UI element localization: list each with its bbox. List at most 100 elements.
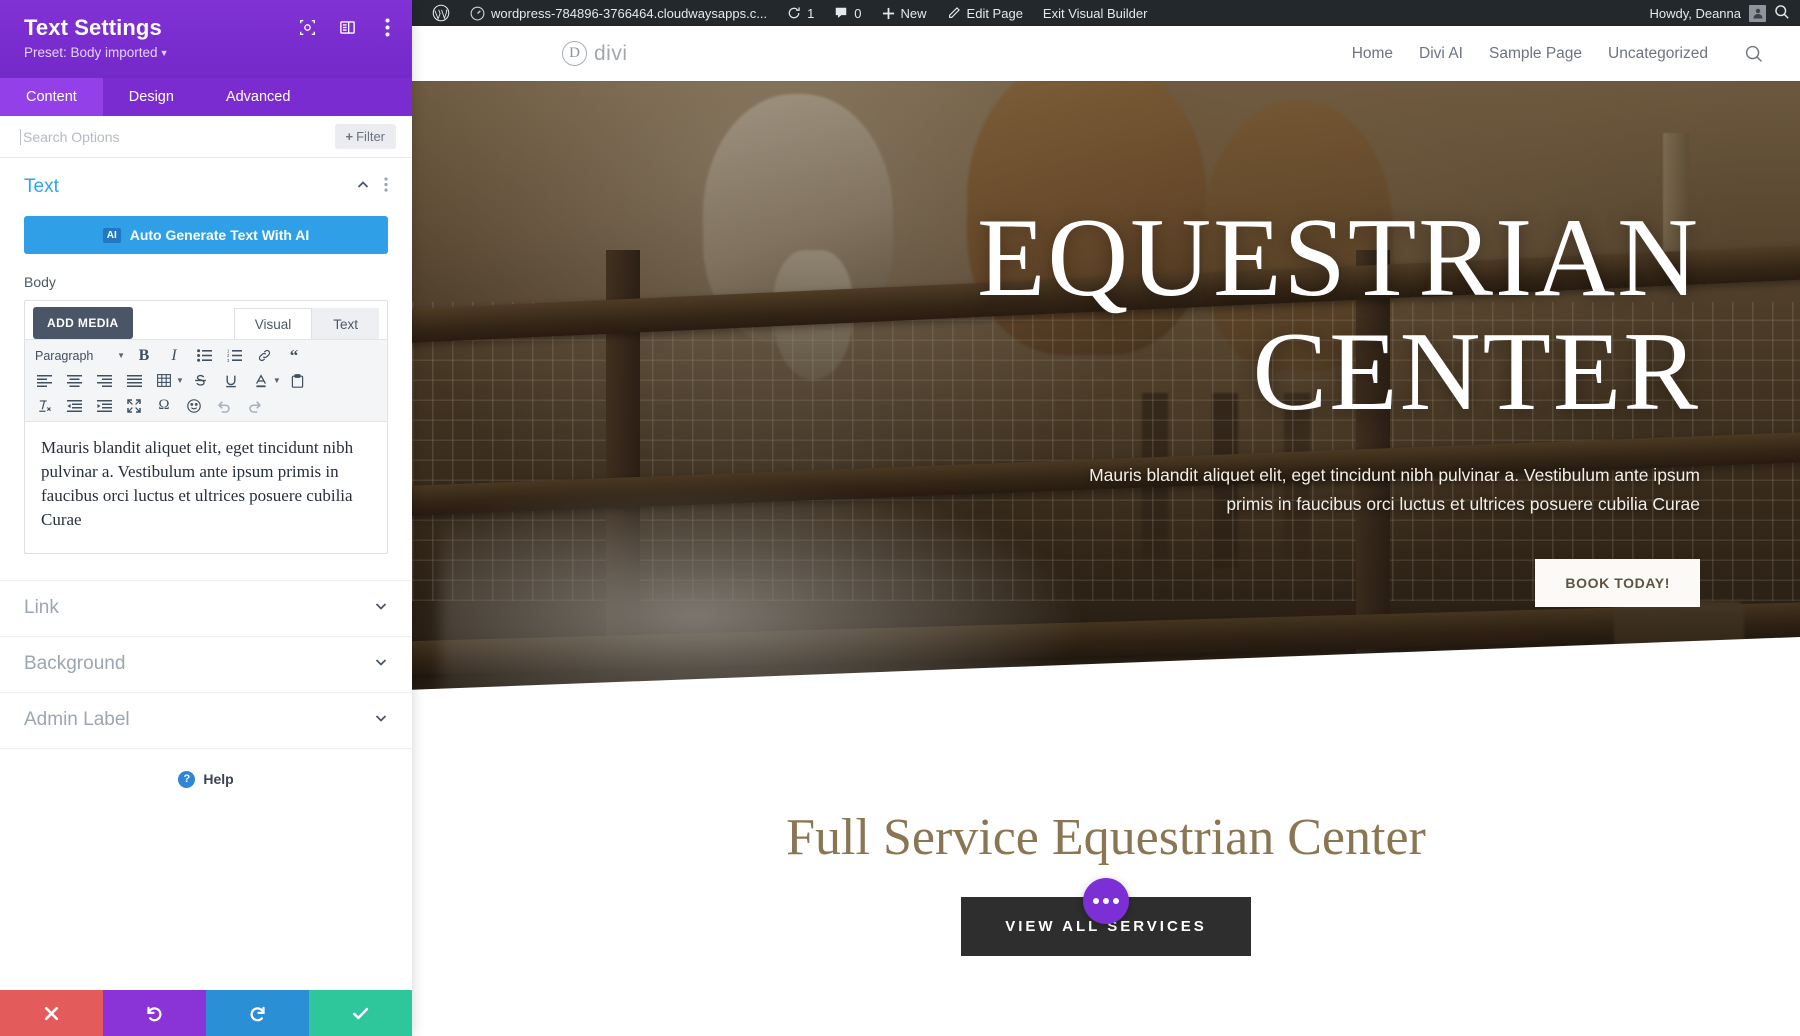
- tab-visual[interactable]: Visual: [233, 308, 313, 339]
- outdent-icon[interactable]: [59, 393, 89, 418]
- editor-toolbar: Paragraph ▼ B I 123 “ ▼ ▼ Ω: [25, 339, 387, 422]
- align-center-icon[interactable]: [59, 368, 89, 393]
- section-text-title: Text: [24, 176, 59, 197]
- paragraph-format-select[interactable]: Paragraph ▼: [29, 345, 129, 366]
- section-link[interactable]: Link: [0, 579, 412, 636]
- site-logo[interactable]: D divi: [562, 41, 628, 66]
- clear-formatting-icon[interactable]: [29, 393, 59, 418]
- page-settings-fab[interactable]: [1083, 878, 1129, 924]
- blockquote-icon[interactable]: “: [279, 343, 309, 368]
- search-icon[interactable]: [1774, 4, 1790, 23]
- align-left-icon[interactable]: [29, 368, 59, 393]
- book-today-button[interactable]: BOOK TODAY!: [1535, 559, 1700, 608]
- exit-visual-builder-label: Exit Visual Builder: [1042, 5, 1148, 21]
- primary-navigation: Home Divi AI Sample Page Uncategorized: [1352, 44, 1764, 64]
- indent-icon[interactable]: [89, 393, 119, 418]
- chevron-down-icon: [374, 655, 388, 674]
- cancel-button[interactable]: [0, 990, 103, 1036]
- nav-item-divi-ai[interactable]: Divi AI: [1419, 45, 1463, 63]
- avatar[interactable]: [1749, 4, 1766, 22]
- table-icon[interactable]: [149, 368, 179, 393]
- auto-generate-text-with-ai-button[interactable]: AI Auto Generate Text With AI: [24, 216, 388, 254]
- section-background[interactable]: Background: [0, 635, 412, 692]
- edit-page-item[interactable]: Edit Page: [937, 0, 1033, 26]
- add-media-button[interactable]: ADD MEDIA: [33, 307, 133, 339]
- search-input[interactable]: [20, 128, 335, 145]
- undo-icon[interactable]: [209, 393, 239, 418]
- help-button[interactable]: ? Help: [0, 747, 412, 788]
- layout-toggle-icon[interactable]: [336, 16, 358, 38]
- body-text-editor-content[interactable]: Mauris blandit aliquet elit, eget tincid…: [25, 422, 387, 553]
- tab-content[interactable]: Content: [0, 78, 103, 116]
- section-text: Text AI Auto Generate Text With AI Body: [0, 158, 412, 580]
- responsive-preview-icon[interactable]: [296, 16, 318, 38]
- tab-design[interactable]: Design: [103, 78, 200, 116]
- chevron-up-icon[interactable]: [356, 178, 370, 197]
- updates-count: 1: [807, 5, 815, 21]
- text-color-icon[interactable]: [246, 368, 276, 393]
- undo-button[interactable]: [103, 990, 206, 1036]
- panel-preset-selector[interactable]: Preset: Body imported ▼: [24, 45, 390, 60]
- redo-icon[interactable]: [239, 393, 269, 418]
- italic-icon[interactable]: I: [159, 343, 189, 368]
- divi-visual-builder: Text Settings Preset: Body imported ▼ Co…: [0, 0, 1800, 1036]
- section-text-header-icons: [356, 177, 388, 197]
- panel-footer: [0, 990, 412, 1036]
- search-options-row: +Filter: [0, 116, 412, 158]
- dot-icon: [1093, 898, 1099, 904]
- strikethrough-icon[interactable]: [186, 368, 216, 393]
- dot-icon: [1113, 898, 1119, 904]
- comments-item[interactable]: 0: [824, 0, 871, 26]
- align-justify-icon[interactable]: [119, 368, 149, 393]
- align-right-icon[interactable]: [89, 368, 119, 393]
- toolbar-row-1: Paragraph ▼ B I 123 “: [29, 343, 383, 368]
- edit-page-label: Edit Page: [966, 5, 1023, 21]
- updates-item[interactable]: 1: [777, 0, 824, 26]
- panel-header-actions: [296, 16, 398, 38]
- bold-icon[interactable]: B: [129, 343, 159, 368]
- site-name-item[interactable]: wordpress-784896-3766464.cloudwaysapps.c…: [460, 0, 777, 26]
- help-label: Help: [203, 771, 234, 787]
- howdy-label[interactable]: Howdy, Deanna: [1649, 6, 1741, 21]
- toolbar-row-3: Ω: [29, 393, 383, 418]
- question-mark-icon: ?: [178, 770, 196, 788]
- divi-logo-icon: D: [562, 41, 587, 66]
- save-button[interactable]: [309, 990, 412, 1036]
- panel-header: Text Settings Preset: Body imported ▼: [0, 0, 412, 78]
- table-dropdown-icon[interactable]: ▼: [176, 376, 184, 385]
- tab-advanced[interactable]: Advanced: [200, 78, 317, 116]
- more-options-icon[interactable]: [376, 16, 398, 38]
- numbered-list-icon[interactable]: 123: [219, 343, 249, 368]
- panel-preset-label: Preset: Body imported: [24, 45, 158, 60]
- dot-icon: [1103, 898, 1109, 904]
- paste-as-text-icon[interactable]: [283, 368, 313, 393]
- hero-heading-line-1: EQUESTRIAN: [976, 196, 1700, 320]
- exit-visual-builder-item[interactable]: Exit Visual Builder: [1033, 0, 1158, 26]
- text-color-dropdown-icon[interactable]: ▼: [273, 376, 281, 385]
- section-more-options-icon[interactable]: [384, 177, 388, 197]
- wordpress-logo-icon[interactable]: [422, 0, 460, 26]
- bulleted-list-icon[interactable]: [189, 343, 219, 368]
- nav-item-home[interactable]: Home: [1352, 45, 1393, 63]
- ai-badge-icon: AI: [102, 227, 121, 243]
- nav-item-sample-page[interactable]: Sample Page: [1489, 45, 1582, 63]
- module-settings-panel: Text Settings Preset: Body imported ▼ Co…: [0, 0, 412, 1036]
- nav-item-uncategorized[interactable]: Uncategorized: [1608, 45, 1708, 63]
- section-text-header[interactable]: Text: [24, 176, 388, 208]
- link-icon[interactable]: [249, 343, 279, 368]
- fullscreen-icon[interactable]: [119, 393, 149, 418]
- filter-button[interactable]: + Filter: [334, 124, 396, 149]
- page-preview-stage: wordpress-784896-3766464.cloudwaysapps.c…: [412, 0, 1800, 1036]
- site-brand-name: divi: [594, 41, 628, 65]
- redo-button[interactable]: [206, 990, 309, 1036]
- special-character-icon[interactable]: Ω: [149, 393, 179, 418]
- emoji-icon[interactable]: [179, 393, 209, 418]
- new-content-item[interactable]: New: [872, 0, 937, 26]
- chevron-down-icon: [374, 711, 388, 730]
- editor-mode-tabs: Visual Text: [233, 308, 379, 339]
- section-admin-label[interactable]: Admin Label: [0, 691, 412, 748]
- search-icon[interactable]: [1744, 44, 1764, 64]
- tab-text[interactable]: Text: [312, 308, 379, 339]
- underline-icon[interactable]: [216, 368, 246, 393]
- body-editor: ADD MEDIA Visual Text Paragraph ▼ B I 1 …: [24, 300, 388, 554]
